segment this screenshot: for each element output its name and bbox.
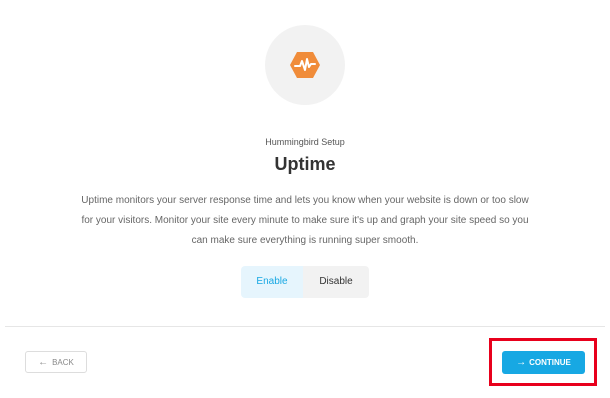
page-title: Uptime xyxy=(274,154,336,174)
footer-divider xyxy=(5,326,605,327)
back-button-label: BACK xyxy=(52,357,74,367)
arrow-left-icon: ← xyxy=(38,356,49,368)
uptime-description: Uptime monitors your server response tim… xyxy=(81,195,529,246)
continue-button-label: CONTINUE xyxy=(529,358,571,367)
uptime-icon-container xyxy=(265,25,345,105)
uptime-pulse-icon xyxy=(290,52,320,78)
disable-button[interactable]: Disable xyxy=(303,266,369,298)
arrow-right-icon: → xyxy=(516,357,527,368)
back-button[interactable]: ← BACK xyxy=(25,351,87,373)
continue-button[interactable]: → CONTINUE xyxy=(502,351,585,374)
uptime-toggle: Enable Disable xyxy=(241,266,369,298)
enable-button[interactable]: Enable xyxy=(241,266,303,298)
setup-subtitle: Hummingbird Setup xyxy=(265,137,345,147)
